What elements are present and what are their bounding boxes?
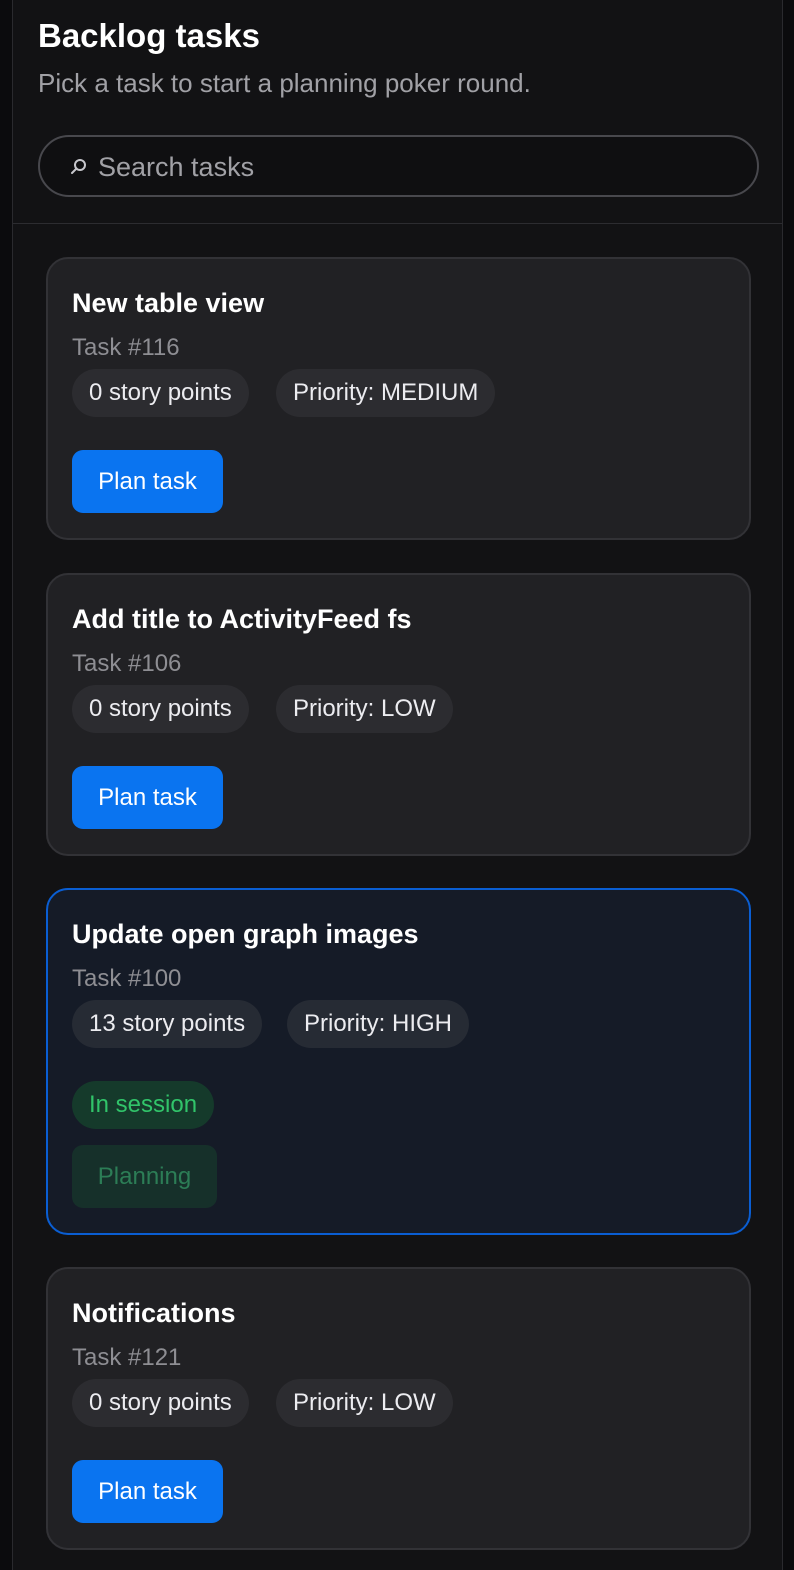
task-title: New table view [72, 288, 265, 318]
priority-badge: Priority: LOW [276, 685, 453, 733]
story-points-badge: 0 story points [72, 369, 249, 417]
story-points-badge: 0 story points [72, 1379, 249, 1427]
task-number: Task #116 [72, 334, 180, 361]
page-subtitle: Pick a task to start a planning poker ro… [38, 68, 531, 98]
task-title: Notifications [72, 1298, 236, 1328]
task-title: Update open graph images [72, 919, 419, 949]
in-session-badge: In session [72, 1081, 215, 1129]
panel-header: Backlog tasks Pick a task to start a pla… [13, 0, 782, 224]
plan-task-button[interactable]: Plan task [72, 766, 223, 829]
task-number: Task #121 [72, 1344, 182, 1371]
task-number: Task #100 [72, 965, 182, 992]
plan-task-button[interactable]: Plan task [72, 1460, 223, 1523]
planning-button: Planning [72, 1145, 217, 1208]
plan-task-button[interactable]: Plan task [72, 450, 223, 513]
search-box[interactable] [38, 135, 759, 197]
page-title: Backlog tasks [38, 17, 260, 54]
priority-badge: Priority: HIGH [287, 1000, 470, 1048]
task-title: Add title to ActivityFeed fs [72, 604, 412, 634]
task-card[interactable]: Add title to ActivityFeed fs Task #106 0… [46, 573, 751, 856]
priority-badge: Priority: MEDIUM [276, 369, 496, 417]
search-input[interactable] [96, 147, 740, 187]
search-icon [71, 159, 86, 174]
task-number: Task #106 [72, 650, 182, 677]
task-card-active[interactable]: Update open graph images Task #100 13 st… [46, 888, 751, 1235]
story-points-badge: 0 story points [72, 685, 249, 733]
priority-badge: Priority: LOW [276, 1379, 453, 1427]
task-card[interactable]: Notifications Task #121 0 story points P… [46, 1267, 751, 1550]
backlog-panel: Backlog tasks Pick a task to start a pla… [12, 0, 783, 1570]
task-card[interactable]: New table view Task #116 0 story points … [46, 257, 751, 540]
story-points-badge: 13 story points [72, 1000, 263, 1048]
